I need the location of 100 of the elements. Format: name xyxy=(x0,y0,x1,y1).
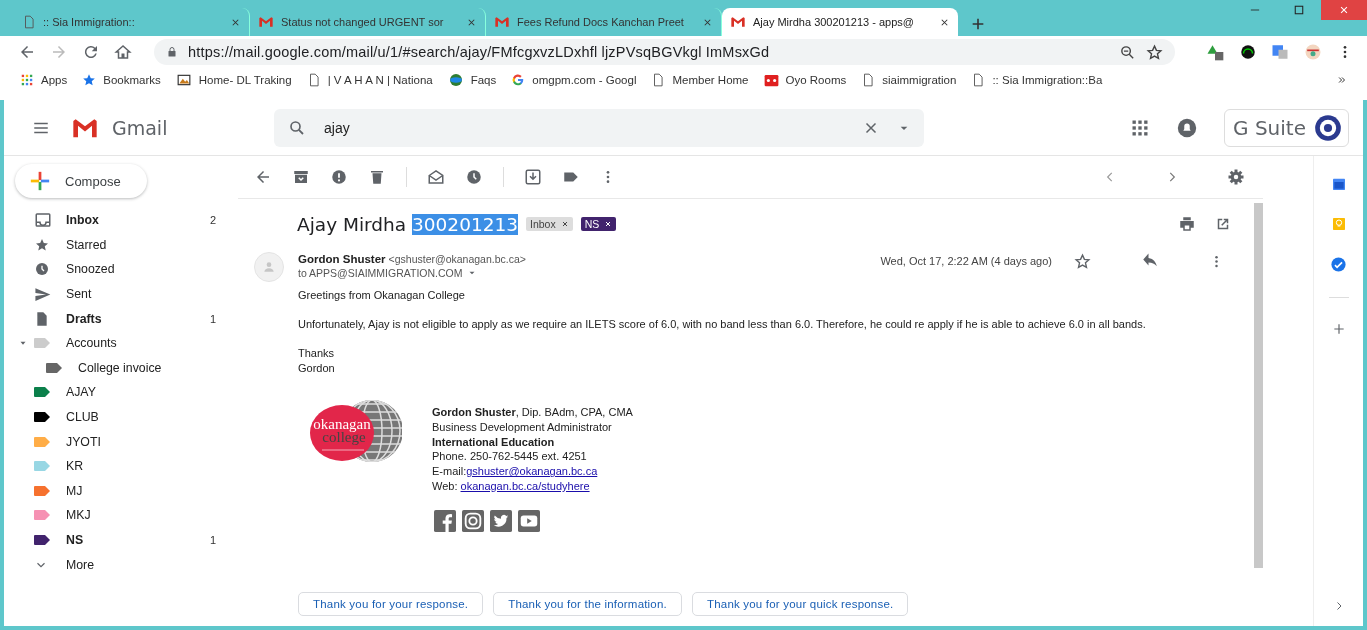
bookmark-link[interactable]: Apps xyxy=(20,73,68,87)
signature-link[interactable]: gshuster@okanagan.bc.ca xyxy=(466,465,598,478)
email-subject: Ajay Mirdha 300201213 xyxy=(297,213,518,235)
new-tab-icon[interactable] xyxy=(970,16,986,32)
sidebar-item[interactable]: CLUB xyxy=(4,404,238,430)
profile-icon[interactable] xyxy=(1303,42,1323,62)
bookmark-link[interactable]: :: Sia Immigration::Ba xyxy=(971,73,1103,87)
archive-icon[interactable] xyxy=(292,168,310,186)
twitter-bird-icon[interactable] xyxy=(488,509,514,532)
clock-icon xyxy=(34,261,50,278)
more-bookmarks-icon[interactable] xyxy=(1337,75,1347,85)
bookmark-link[interactable]: omgpm.com - Googl xyxy=(511,73,637,87)
search-field[interactable]: ajay xyxy=(274,108,924,147)
remove-label-icon[interactable] xyxy=(604,220,613,228)
inbox-icon xyxy=(34,211,52,230)
bookmark-link[interactable]: Bookmarks xyxy=(82,73,161,87)
signature-link[interactable]: okanagan.bc.ca/studyhere xyxy=(460,480,590,492)
bookmark-link[interactable]: | V A H A N | Nationa xyxy=(306,73,433,87)
plus-icon xyxy=(29,170,51,192)
sidebar-item[interactable]: KR xyxy=(4,453,238,479)
sidebar-item[interactable]: Accounts xyxy=(4,330,238,356)
hotel-logo-icon xyxy=(763,72,779,88)
sidebar-item[interactable]: JYOTI xyxy=(4,429,238,454)
address-bar[interactable]: https://mail.google.com/mail/u/1/#search/ajay/FMfcgxvzLDxhfl ljzPVsqBGVkgl ImMsxGd xyxy=(154,39,1175,65)
avatar-icon xyxy=(262,260,276,274)
delete-icon[interactable] xyxy=(368,168,386,186)
email-paragraph: Greetings from Okanagan College xyxy=(298,288,466,303)
browser-tab[interactable]: Ajay Mirdha 300201213 - apps@ xyxy=(722,8,958,36)
tasks-check-icon[interactable] xyxy=(1330,256,1347,273)
signature-label: Web: xyxy=(432,480,459,492)
clock-icon[interactable] xyxy=(465,168,483,186)
lock-icon xyxy=(166,46,178,58)
star-outline-icon[interactable] xyxy=(1074,252,1091,270)
sidebar-item[interactable]: AJAY xyxy=(4,380,238,405)
image-icon xyxy=(175,73,192,87)
email-paragraph: Unfortunately, Ajay is not eligible to apply as we require an ILETS score of 6.0, with no band less than 6.0. Therefore, he could re apply if he is able to achieve 6.0 in all bands. xyxy=(298,317,1147,332)
sender-name: Gordon Shuster <gshuster@okanagan.bc.ca> xyxy=(298,252,526,267)
search-icon[interactable] xyxy=(288,118,306,137)
signature-line: Gordon Shuster, Dip. BAdm, CPA, CMA xyxy=(432,405,633,420)
signature-line: International Education xyxy=(432,434,556,450)
sidebar-item[interactable]: Inbox 2 xyxy=(4,208,238,233)
home-icon[interactable] xyxy=(114,43,132,61)
page-icon xyxy=(971,73,986,87)
notifications-icon[interactable] xyxy=(1176,116,1199,139)
report-spam-icon[interactable] xyxy=(330,168,348,186)
sidebar-item[interactable]: NS 1 xyxy=(4,527,238,553)
sidebar-item[interactable]: Drafts 1 xyxy=(4,306,238,331)
translate-icon[interactable] xyxy=(1271,43,1289,61)
gmail-logo-icon xyxy=(730,14,746,30)
facebook-icon[interactable] xyxy=(432,509,458,532)
google-g-icon xyxy=(511,73,526,87)
sidebar-item[interactable]: Starred xyxy=(4,232,238,258)
move-to-icon[interactable] xyxy=(524,168,542,186)
instagram-icon[interactable] xyxy=(460,509,486,532)
bookmark-link[interactable]: Home- DL Traking xyxy=(175,73,292,87)
sidebar-item[interactable]: Sent xyxy=(4,281,238,307)
video-play-icon[interactable] xyxy=(516,509,542,532)
signature-label: E-mail: xyxy=(432,465,467,478)
smart-reply-button[interactable]: Thank you for the information. xyxy=(493,591,682,616)
sidebar-item[interactable]: MJ xyxy=(4,478,238,504)
bookmark-link[interactable]: Oyo Rooms xyxy=(763,72,847,88)
page-icon xyxy=(861,73,876,87)
compose-button[interactable]: Compose xyxy=(15,164,147,198)
sidebar-item[interactable]: MKJ xyxy=(4,503,238,528)
gmail-logo-icon xyxy=(258,14,274,30)
print-icon[interactable] xyxy=(1178,215,1196,233)
label-chip[interactable]: NS xyxy=(580,217,617,231)
bookmark-link[interactable]: Faqs xyxy=(447,72,497,88)
document-icon xyxy=(34,310,50,327)
reload-icon[interactable] xyxy=(82,43,100,61)
bookmark-link[interactable]: siaimmigration xyxy=(861,73,957,87)
maximize-icon[interactable] xyxy=(1294,5,1304,15)
gmail-logo-icon xyxy=(494,14,510,30)
account-button[interactable]: G Suite xyxy=(1224,108,1349,147)
extension-icon[interactable] xyxy=(1239,43,1257,61)
search-input[interactable]: ajay xyxy=(322,118,846,137)
bookmark-link[interactable]: Member Home xyxy=(651,73,749,87)
email-date: Wed, Oct 17, 2:22 AM (4 days ago) xyxy=(880,255,1052,267)
settings-icon[interactable] xyxy=(1227,168,1245,186)
sidebar-item[interactable]: Snoozed xyxy=(4,257,238,282)
bookmark-star-icon[interactable] xyxy=(1146,43,1163,61)
remove-label-icon[interactable] xyxy=(560,220,569,228)
label-chip[interactable]: Inbox xyxy=(526,217,573,231)
scrollbar[interactable] xyxy=(1254,203,1263,568)
page-icon xyxy=(651,73,666,87)
page-icon xyxy=(22,15,36,29)
email-paragraph: Thanks Gordon xyxy=(298,346,336,376)
smart-reply-button[interactable]: Thank you for your quick response. xyxy=(691,591,909,616)
recipient-text: to APPS@SIAIMMIGRATION.COM xyxy=(298,267,463,279)
star-icon xyxy=(82,73,97,87)
zoom-icon[interactable] xyxy=(1119,43,1136,61)
globe-icon xyxy=(447,72,464,88)
mark-unread-icon[interactable] xyxy=(427,168,445,186)
smart-reply-button[interactable]: Thank you for your response. xyxy=(298,591,484,616)
send-icon xyxy=(34,285,51,303)
sidebar-item[interactable]: College invoice xyxy=(4,355,238,381)
sidebar-item[interactable]: More xyxy=(4,552,238,577)
organization-logo-icon xyxy=(1314,113,1342,142)
calendar-icon[interactable] xyxy=(1330,176,1347,192)
product-name: Gmail xyxy=(112,116,168,139)
